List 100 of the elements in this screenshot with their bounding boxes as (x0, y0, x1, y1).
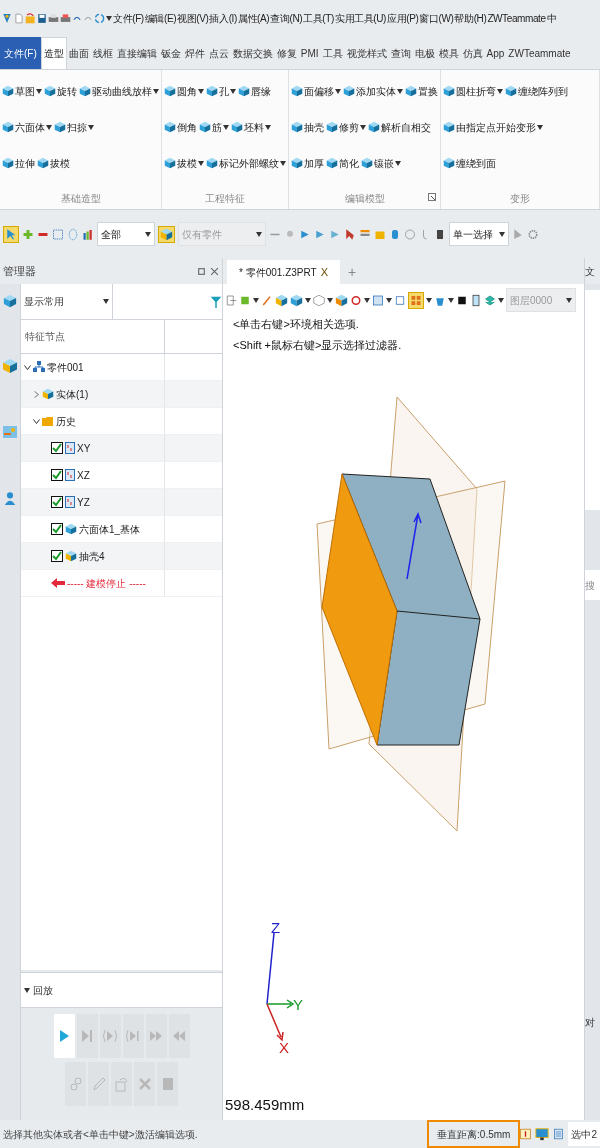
pen-icon[interactable] (261, 293, 273, 307)
tree-item[interactable]: 六面体1_基体 (21, 516, 222, 543)
monitor-icon[interactable] (535, 1126, 550, 1142)
document-tab[interactable]: * 零件001.Z3PRT X (227, 260, 340, 284)
menu-item[interactable]: 窗口(W) (419, 10, 454, 26)
menu-item[interactable]: 帮助(H) (454, 10, 487, 26)
ribbon-button[interactable]: 倒角 (164, 119, 197, 135)
ribbon-tab[interactable]: 线框 (90, 37, 115, 69)
search-field[interactable]: 搜 (585, 570, 600, 600)
print-icon[interactable] (48, 11, 59, 25)
ribbon-button[interactable]: 拔模 (164, 155, 204, 171)
ribbon-button[interactable]: 驱动曲线放样 (79, 83, 159, 99)
panel-swatch-icon[interactable] (470, 293, 482, 307)
menu-item[interactable]: ZWTeammate (487, 10, 546, 26)
ribbon-tab[interactable]: 电极 (412, 37, 437, 69)
ribbon-button[interactable]: 标记外部螺纹 (206, 155, 286, 171)
cursor-icon[interactable] (344, 227, 356, 241)
tree-item[interactable]: XZ (21, 462, 222, 489)
zoom-fit-icon[interactable] (372, 293, 384, 307)
ribbon-button[interactable]: 由指定点开始变形 (443, 119, 543, 135)
checkbox[interactable] (51, 550, 63, 562)
ribbon-button[interactable]: 添加实体 (343, 83, 403, 99)
plus-icon[interactable] (22, 227, 34, 241)
menu-item[interactable]: 视图(V) (177, 10, 209, 26)
ribbon-tab[interactable]: PMI (298, 37, 321, 69)
person-icon[interactable] (3, 490, 17, 506)
ribbon-button[interactable]: 旋转 (44, 83, 77, 99)
checkbox[interactable] (51, 496, 63, 508)
dialog-launcher-icon[interactable] (428, 193, 436, 201)
menu-item[interactable]: 属性(A) (237, 10, 270, 26)
menu-item[interactable]: 插入(I) (209, 10, 237, 26)
ribbon-tab[interactable]: 曲面 (66, 37, 91, 69)
ribbon-tab[interactable]: 查询 (388, 37, 413, 69)
checkbox[interactable] (51, 469, 63, 481)
ribbon-button[interactable]: 镶嵌 (361, 155, 401, 171)
save-icon[interactable] (37, 11, 47, 25)
info-icon[interactable] (520, 1126, 532, 1142)
ribbon-tab[interactable]: 钣金 (158, 37, 183, 69)
stack-icon[interactable] (484, 293, 496, 307)
menu-item[interactable]: 查询(N) (270, 10, 303, 26)
chevron-down-icon[interactable] (33, 417, 40, 425)
chevron-down-icon[interactable] (24, 363, 31, 371)
checkbox[interactable] (51, 442, 63, 454)
ribbon-button[interactable]: 孔 (206, 83, 236, 99)
close-icon[interactable] (210, 266, 219, 276)
ribbon-button[interactable]: 圆柱折弯 (443, 83, 503, 99)
ribbon-button[interactable]: 简化 (326, 155, 359, 171)
tree-item[interactable]: 历史 (21, 408, 222, 435)
ribbon-button[interactable]: 抽壳 (291, 119, 324, 135)
tree-item[interactable]: YZ (21, 489, 222, 516)
box-select-icon[interactable] (52, 227, 64, 241)
ribbon-button[interactable]: 加厚 (291, 155, 324, 171)
ribbon-button[interactable]: 修剪 (326, 119, 366, 135)
ribbon-tab[interactable]: 视觉样式 (344, 37, 389, 69)
menu-item[interactable]: 工具(T) (303, 10, 334, 26)
arrow-icon[interactable] (512, 227, 524, 241)
ribbon-button[interactable]: 坯料 (231, 119, 271, 135)
ribbon-tab[interactable]: 直接编辑 (114, 37, 159, 69)
frame-icon[interactable] (394, 293, 406, 307)
tree-item[interactable]: 抽壳4 (21, 543, 222, 570)
file-tab[interactable]: 文件(F) (0, 37, 41, 69)
slot-icon[interactable] (434, 227, 446, 241)
menu-item[interactable]: 编辑(E) (144, 10, 177, 26)
new-file-icon[interactable] (14, 11, 24, 25)
open-folder-icon[interactable] (25, 11, 36, 25)
cylinder-icon[interactable] (389, 227, 401, 241)
close-tab-button[interactable]: X (320, 263, 328, 281)
wireframe-cube-icon[interactable] (313, 293, 325, 307)
tree-item[interactable]: 实体(1) (21, 381, 222, 408)
ribbon-button[interactable]: 拉伸 (2, 155, 35, 171)
restore-icon[interactable] (197, 266, 206, 276)
ribbon-button[interactable]: 扫掠 (54, 119, 94, 135)
target-icon[interactable] (350, 293, 362, 307)
ribbon-button[interactable]: 唇缘 (238, 83, 271, 99)
ribbon-button[interactable]: 筋 (199, 119, 229, 135)
print-preview-icon[interactable] (60, 11, 71, 25)
dropdown[interactable]: 单一选择 (449, 222, 509, 246)
ribbon-tab[interactable]: 点云 (206, 37, 231, 69)
tree-item[interactable]: 零件001 (21, 354, 222, 381)
dropdown[interactable]: 全部 (97, 222, 155, 246)
menu-item[interactable]: 实用工具(U) (334, 10, 387, 26)
tree-item[interactable]: XY (21, 435, 222, 462)
checkbox[interactable] (51, 523, 63, 535)
chevron-right-icon[interactable] (33, 390, 40, 398)
exit-icon[interactable] (225, 293, 237, 307)
playback-button[interactable] (53, 1014, 75, 1058)
menu-item[interactable]: 中 (546, 10, 557, 26)
refresh-icon[interactable] (94, 11, 105, 25)
ribbon-tab[interactable]: 造型 (40, 37, 67, 69)
image-icon[interactable] (2, 424, 18, 440)
ribbon-tab[interactable]: 仿真 (460, 37, 485, 69)
ribbon-button[interactable]: 拔模 (37, 155, 70, 171)
ribbon-button[interactable]: 缠绕到面 (443, 155, 496, 171)
ribbon-tab[interactable]: 数据交换 (230, 37, 275, 69)
filter-bars-icon[interactable] (82, 227, 94, 241)
tree-item[interactable]: ----- 建模停止 ----- (21, 570, 222, 597)
ribbon-tab[interactable]: 焊件 (182, 37, 207, 69)
ribbon-tab[interactable]: ZWTeammate (506, 37, 573, 69)
document-icon[interactable] (553, 1126, 565, 1142)
playback-header[interactable]: 回放 (21, 972, 222, 1008)
